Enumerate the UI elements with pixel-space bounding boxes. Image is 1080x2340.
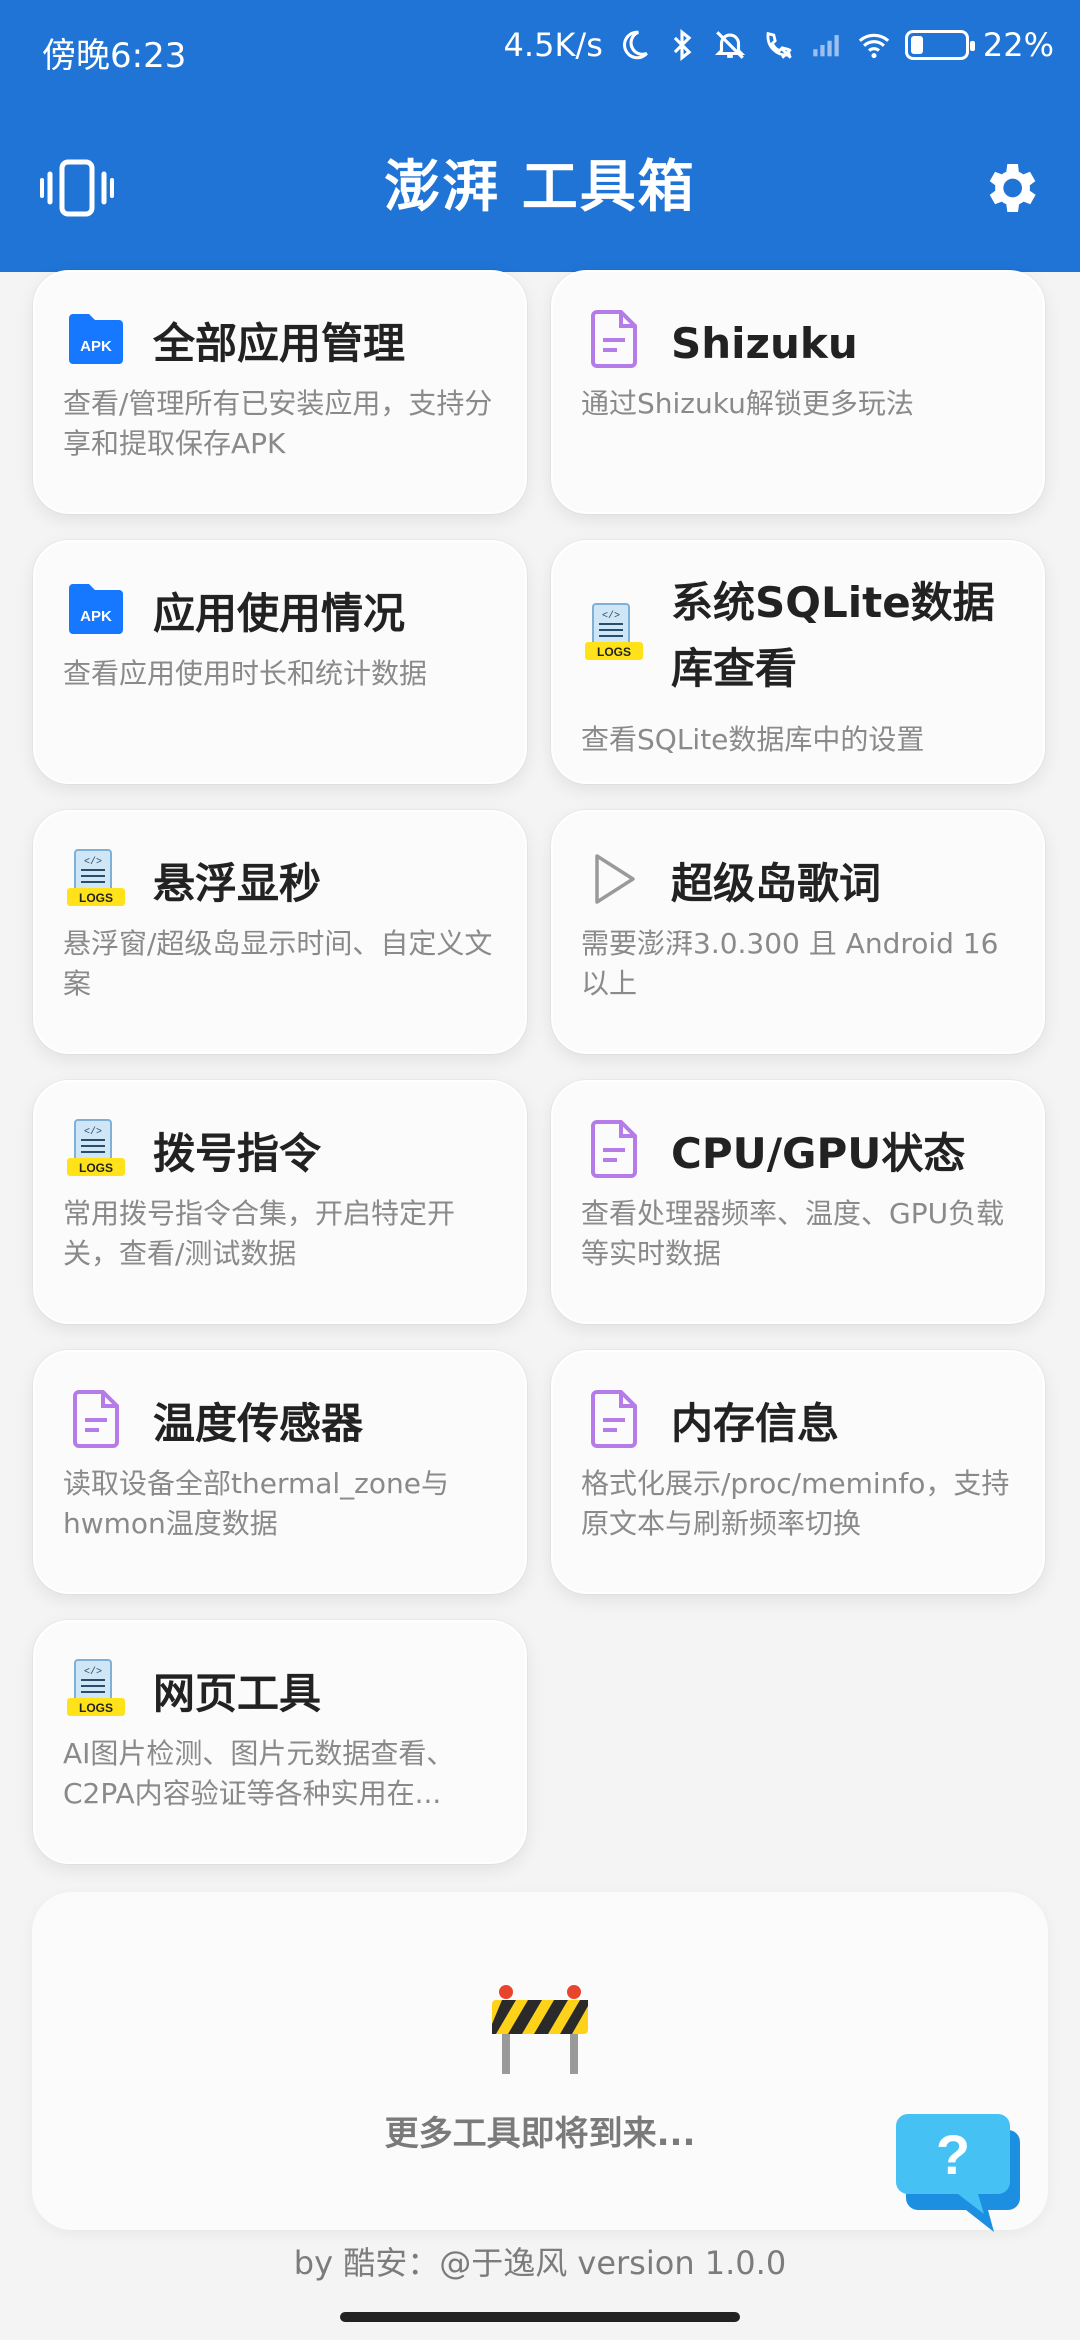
svg-text:APK: APK (80, 338, 112, 355)
document-icon (65, 1388, 127, 1450)
tool-description: 需要澎湃3.0.300 且 Android 16 以上 (581, 927, 999, 1000)
svg-text:</>: </> (84, 1126, 102, 1138)
tool-description: 通过Shizuku解锁更多玩法 (581, 387, 914, 420)
document-icon (583, 1118, 645, 1180)
tool-title: 超级岛歌词 (671, 859, 882, 908)
tool-description: 读取设备全部thermal_zone与hwmon温度数据 (63, 1467, 449, 1540)
svg-text:LOGS: LOGS (79, 1161, 113, 1175)
help-chat-icon[interactable]: ? (896, 2112, 1022, 2236)
svg-text:APK: APK (80, 608, 112, 625)
tool-title: 应用使用情况 (153, 589, 406, 638)
moon-icon (622, 30, 648, 60)
tool-card-float-seconds[interactable]: </> LOGS 悬浮显秒悬浮窗/超级岛显示时间、自定义文案 (33, 810, 527, 1054)
battery-icon (904, 30, 975, 60)
tool-description: 悬浮窗/超级岛显示时间、自定义文案 (63, 927, 493, 1000)
tool-description: 查看/管理所有已安装应用，支持分享和提取保存APK (63, 387, 493, 460)
tool-card-dial-codes[interactable]: </> LOGS 拨号指令常用拨号指令合集，开启特定开关，查看/测试数据 (33, 1080, 527, 1324)
page-title: 澎湃 工具箱 (384, 155, 696, 220)
tool-title: 内存信息 (671, 1399, 840, 1448)
document-icon (583, 1388, 645, 1450)
net-speed: 4.5K/s (503, 26, 603, 64)
tool-card-thermal[interactable]: 温度传感器读取设备全部thermal_zone与hwmon温度数据 (33, 1350, 527, 1594)
tool-title: 网页工具 (153, 1669, 322, 1718)
tool-title: Shizuku (671, 319, 858, 368)
footer-credit: by 酷安：@于逸风 version 1.0.0 (293, 2244, 787, 2282)
bluetooth-icon (673, 29, 692, 61)
tool-card-island-lyrics[interactable]: 超级岛歌词需要澎湃3.0.300 且 Android 16 以上 (551, 810, 1045, 1054)
tool-title: 全部应用管理 (153, 319, 406, 368)
call-forward-icon (766, 31, 792, 59)
tool-card-app-manager[interactable]: APK 全部应用管理查看/管理所有已安装应用，支持分享和提取保存APK (33, 270, 527, 514)
svg-text:LOGS: LOGS (79, 1701, 113, 1715)
logs-icon: </> LOGS (65, 848, 127, 910)
tool-description: 查看SQLite数据库中的设置 (581, 723, 925, 756)
svg-text:</>: </> (84, 856, 102, 868)
tool-title: 悬浮显秒 (153, 859, 322, 908)
apk-folder-icon: APK (65, 308, 127, 370)
tool-title: 系统SQLite数据库查看 (671, 578, 995, 693)
bell-off-icon (714, 31, 745, 59)
tool-title: 拨号指令 (153, 1129, 322, 1178)
logs-icon: </> LOGS (65, 1118, 127, 1180)
logs-icon: </> LOGS (583, 602, 645, 664)
svg-text:?: ? (936, 2123, 970, 2186)
tool-title: 温度传感器 (153, 1399, 364, 1448)
svg-text:LOGS: LOGS (79, 891, 113, 905)
wifi-icon (858, 33, 890, 59)
app-bar: 澎湃 工具箱 (0, 100, 1080, 272)
tool-card-cpu-gpu[interactable]: CPU/GPU状态查看处理器频率、温度、GPU负载等实时数据 (551, 1080, 1045, 1324)
svg-text:</>: </> (84, 1666, 102, 1678)
battery-percent: 22% (982, 26, 1054, 64)
tool-card-meminfo[interactable]: 内存信息格式化展示/proc/meminfo，支持原文本与刷新频率切换 (551, 1350, 1045, 1594)
tool-description: AI图片检测、图片元数据查看、C2PA内容验证等各种实用在... (63, 1737, 455, 1810)
tool-card-sqlite-viewer[interactable]: </> LOGS 系统SQLite数据库查看查看SQLite数据库中的设置 (551, 540, 1045, 784)
logs-icon: </> LOGS (65, 1658, 127, 1720)
document-icon (583, 308, 645, 370)
home-indicator[interactable] (340, 2312, 740, 2322)
tool-description: 查看处理器频率、温度、GPU负载等实时数据 (581, 1197, 1005, 1270)
tool-card-shizuku[interactable]: Shizuku 通过Shizuku解锁更多玩法 (551, 270, 1045, 514)
status-time: 傍晚6:23 (42, 36, 187, 76)
apk-folder-icon: APK (65, 578, 127, 640)
svg-text:LOGS: LOGS (597, 645, 631, 659)
tool-card-app-usage[interactable]: APK 应用使用情况查看应用使用时长和统计数据 (33, 540, 527, 784)
status-bar: 傍晚6:23 4.5K/s 22% (0, 0, 1080, 100)
barrier-icon (492, 1985, 588, 2074)
tool-description: 格式化展示/proc/meminfo，支持原文本与刷新频率切换 (581, 1467, 1010, 1540)
tool-description: 查看应用使用时长和统计数据 (63, 657, 428, 690)
tool-card-web-tools[interactable]: </> LOGS 网页工具 AI图片检测、图片元数据查看、C2PA内容验证等各种实用在… (33, 1620, 527, 1864)
play-icon (583, 848, 645, 910)
tool-description: 常用拨号指令合集，开启特定开关，查看/测试数据 (63, 1197, 456, 1270)
signal-icon (813, 35, 839, 57)
gear-icon[interactable] (978, 156, 1042, 220)
tool-title: CPU/GPU状态 (671, 1129, 966, 1178)
svg-text:</>: </> (602, 610, 620, 622)
